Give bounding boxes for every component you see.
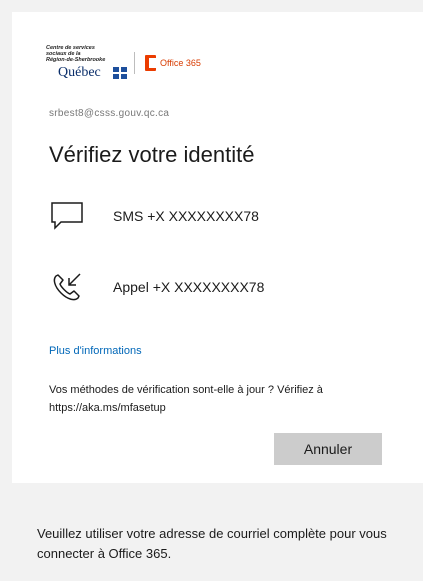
quebec-wordmark: Québec bbox=[58, 65, 101, 80]
method-call[interactable]: Appel +X XXXXXXXX78 bbox=[49, 267, 379, 307]
logo-divider bbox=[134, 52, 135, 74]
page-title: Vérifiez votre identité bbox=[49, 142, 255, 167]
account-email: srbest8@csss.gouv.qc.ca bbox=[49, 108, 170, 119]
sign-in-card: Centre de services sociaux de la Région-… bbox=[12, 12, 423, 483]
org-small-text: Centre de services sociaux de la Région-… bbox=[46, 45, 106, 63]
footer-notice: Veuillez utiliser votre adresse de courr… bbox=[37, 526, 387, 561]
office-product-name: Office 365 bbox=[160, 58, 201, 68]
quebec-flag-icon bbox=[113, 67, 127, 79]
phone-call-icon bbox=[49, 269, 85, 305]
banner-logos: Centre de services sociaux de la Région-… bbox=[46, 42, 201, 84]
method-sms[interactable]: SMS +X XXXXXXXX78 bbox=[49, 196, 379, 236]
more-info-link[interactable]: Plus d'informations bbox=[49, 345, 142, 357]
office-logo: Office 365 bbox=[145, 55, 201, 71]
method-call-label: Appel +X XXXXXXXX78 bbox=[113, 279, 265, 295]
method-sms-label: SMS +X XXXXXXXX78 bbox=[113, 208, 259, 224]
office-icon bbox=[145, 55, 156, 71]
verify-methods-notice: Vos méthodes de vérification sont-elle à… bbox=[49, 384, 323, 414]
quebec-logo: Centre de services sociaux de la Région-… bbox=[46, 43, 128, 83]
cancel-button[interactable]: Annuler bbox=[274, 433, 382, 465]
sms-chat-icon bbox=[49, 198, 85, 234]
